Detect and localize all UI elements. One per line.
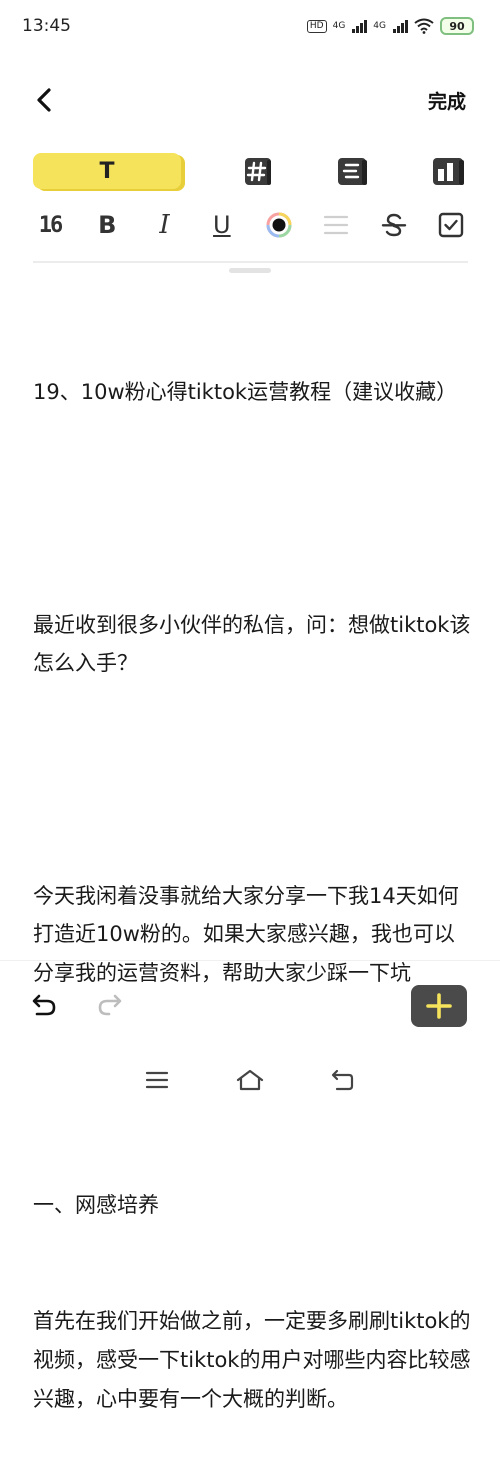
hashtag-button[interactable] — [239, 153, 277, 189]
back-icon — [332, 1069, 354, 1090]
bottom-divider — [0, 960, 500, 961]
battery-icon: 90 — [440, 17, 474, 35]
back-button[interactable] — [32, 88, 56, 112]
checkbox-icon — [438, 212, 464, 238]
checkbox-button[interactable] — [434, 208, 468, 242]
redo-icon — [98, 994, 122, 1016]
chevron-left-icon — [37, 88, 51, 112]
sim1-label: 4G — [332, 21, 346, 31]
undo-icon — [32, 994, 56, 1016]
content-paragraph: 今天我闲着没事就给大家分享一下我14天如何打造近10w粉的。如果大家感兴趣，我也… — [33, 883, 459, 985]
undo-button[interactable] — [30, 990, 60, 1020]
content-paragraph: 最近收到很多小伙伴的私信，问：想做tiktok该怎么入手？ — [33, 612, 471, 676]
align-icon — [324, 215, 349, 235]
list-style-button[interactable] — [334, 153, 372, 189]
bold-button[interactable]: B — [90, 208, 124, 242]
list-style-icon — [338, 158, 368, 185]
done-button[interactable]: 完成 — [428, 87, 466, 114]
home-icon — [236, 1069, 264, 1090]
strikethrough-button[interactable] — [377, 208, 411, 242]
hashtag-icon — [244, 158, 271, 185]
redo-button[interactable] — [94, 990, 124, 1020]
section-heading: 一、网感培养 — [33, 1193, 159, 1218]
color-picker-icon — [266, 212, 292, 238]
nav-home-button[interactable] — [236, 1066, 264, 1094]
wifi-icon — [414, 18, 434, 34]
content-paragraph: 首先在我们开始做之前，一定要多刷刷tiktok的视频，感受一下tiktok的用户… — [33, 1309, 471, 1411]
italic-button[interactable]: I — [148, 208, 182, 242]
nav-back-button[interactable] — [329, 1066, 357, 1094]
align-button[interactable] — [319, 208, 353, 242]
note-content[interactable]: 19、10w粉心得tiktok运营教程（建议收藏） 最近收到很多小伙伴的私信，问… — [33, 296, 473, 1457]
status-bar: 13:45 HD 4G 4G 90 — [0, 0, 500, 52]
strikethrough-icon — [381, 213, 406, 237]
system-nav-bar — [0, 1060, 500, 1099]
column-layout-icon — [432, 158, 464, 185]
drag-handle[interactable] — [229, 268, 271, 273]
underline-button[interactable]: U — [205, 208, 239, 242]
status-time: 13:45 — [22, 16, 71, 36]
plus-icon — [426, 993, 452, 1019]
font-size-button[interactable]: 16 — [33, 208, 67, 242]
hd-icon: HD — [306, 19, 327, 33]
signal-icon — [393, 19, 408, 33]
toolbar-divider — [33, 261, 468, 263]
editor-header: 完成 — [0, 70, 500, 130]
sim2-label: 4G — [373, 21, 386, 31]
menu-icon — [145, 1071, 168, 1088]
style-toolbar: T — [33, 151, 468, 191]
nav-menu-button[interactable] — [143, 1066, 171, 1094]
signal-icon — [352, 19, 368, 33]
format-toolbar: 16 B I U — [33, 205, 468, 245]
text-color-button[interactable] — [262, 208, 296, 242]
add-button[interactable] — [411, 985, 467, 1027]
content-paragraph: 19、10w粉心得tiktok运营教程（建议收藏） — [33, 380, 458, 405]
text-style-button[interactable]: T — [33, 153, 181, 189]
status-icons: HD 4G 4G 90 — [306, 17, 474, 35]
column-layout-button[interactable] — [430, 153, 468, 189]
